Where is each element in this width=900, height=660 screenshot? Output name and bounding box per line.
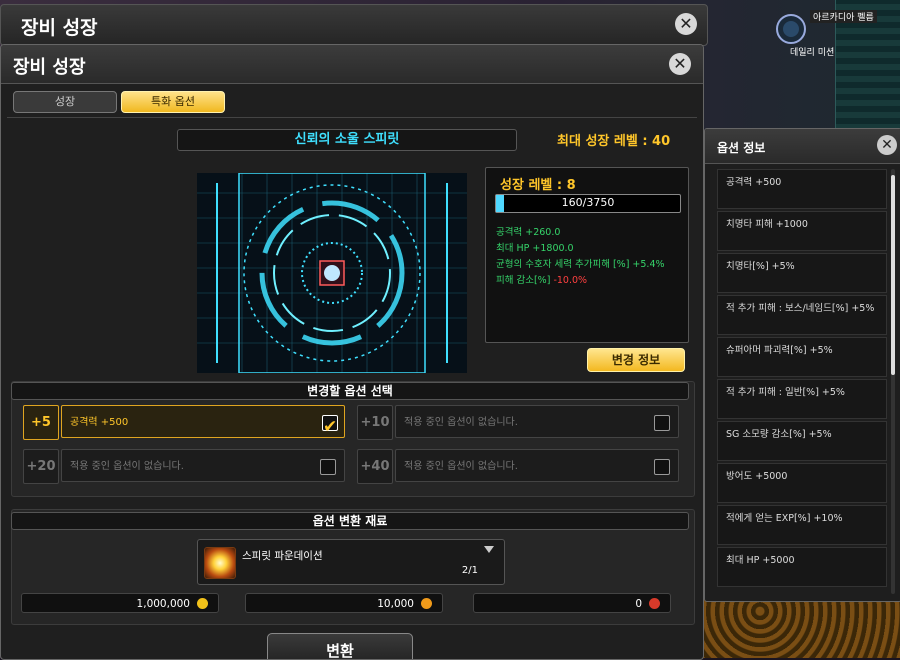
spirit-hologram [197,173,467,373]
xp-progress-bar: 160/3750 [495,194,681,213]
cost-currency: 10,000 [245,593,443,613]
close-button[interactable]: ✕ [669,53,691,75]
slot-level: +10 [357,405,393,440]
equipment-growth-window: 장비 성장 ✕ 성장 특화 옵션 신뢰의 소울 스피릿 최대 성장 레벨 : 4… [0,44,704,660]
option-slot[interactable]: 적용 중인 옵션이 없습니다. [395,449,679,482]
stat-line: 피해 감소[%] -10.0% [496,272,587,286]
spirit-name: 신뢰의 소울 스피릿 [177,129,517,151]
xp-text: 160/3750 [561,196,615,209]
back-close-button[interactable]: ✕ [675,13,697,35]
material-title: 옵션 변환 재료 [11,512,689,530]
option-info-title: 옵션 정보 [717,141,766,155]
option-info-header: 옵션 정보 ✕ [705,129,900,164]
option-slot[interactable]: 적용 중인 옵션이 없습니다. [61,449,345,482]
arcadia-label: 아르카디아 펠름 [810,10,877,23]
option-checkbox[interactable] [322,411,338,444]
option-info-item: 공격력 +500 [717,169,887,209]
growth-level: 성장 레벨 : 8 [500,178,576,193]
material-select[interactable]: 스피릿 파운데이션 2/1 [197,539,505,585]
slot-level: +20 [23,449,59,484]
option-info-item: 적 추가 피해 : 보스/네임드[%] +5% [717,295,887,335]
cost-gold: 1,000,000 [21,593,219,613]
option-info-scrollbar[interactable] [891,169,895,594]
stat-line: 최대 HP +1800.0 [496,243,574,254]
option-info-item: 치명타 피해 +1000 [717,211,887,251]
dropdown-arrow-icon[interactable] [484,546,494,553]
option-info-close-button[interactable]: ✕ [877,135,897,155]
back-window-title: 장비 성장 [21,17,98,39]
stat-negative-value: -10.0% [553,275,588,286]
window-title: 장비 성장 [13,57,86,78]
cost-bp: 0 [473,593,671,613]
tab-growth[interactable]: 성장 [13,91,117,113]
option-slot[interactable]: 공격력 +500 [61,405,345,444]
option-info-item: 슈퍼아머 파괴력[%] +5% [717,337,887,377]
stat-line: 균형의 수호자 세력 추가피해 [%] +5.4% [496,259,665,270]
option-info-item: 최대 HP +5000 [717,547,887,587]
cost-bp-value: 0 [635,598,642,610]
stat-label: 피해 감소[%] [496,275,554,286]
change-info-button[interactable]: 변경 정보 [587,348,685,372]
divider [7,117,697,118]
option-slot[interactable]: 적용 중인 옵션이 없습니다. [395,405,679,438]
back-window: 장비 성장 ✕ [0,4,708,46]
slot-level: +40 [357,449,393,484]
daily-mission-label: 데일리 미션 [790,48,835,58]
material-count: 2/1 [461,565,478,576]
option-info-item: 치명타[%] +5% [717,253,887,293]
spirit-foundation-icon [204,547,236,579]
max-level-label: 최대 성장 레벨 : 40 [557,134,671,149]
stat-line: 공격력 +260.0 [496,227,561,238]
option-slot-text: 적용 중인 옵션이 없습니다. [70,461,184,472]
bp-icon [649,598,660,609]
cost-currency-value: 10,000 [377,598,414,610]
option-checkbox[interactable] [320,459,336,475]
tab-special-option[interactable]: 특화 옵션 [121,91,225,113]
option-checkbox[interactable] [654,415,670,431]
cost-gold-value: 1,000,000 [136,598,190,610]
option-info-item: 적 추가 피해 : 일반[%] +5% [717,379,887,419]
option-info-item: 적에게 얻는 EXP[%] +10% [717,505,887,545]
gold-coin-icon [197,598,208,609]
option-slot-text: 적용 중인 옵션이 없습니다. [404,417,518,428]
growth-info-panel: 성장 레벨 : 8 160/3750 공격력 +260.0 최대 HP +180… [485,167,689,343]
option-slot-text: 공격력 +500 [70,417,129,428]
option-slot-text: 적용 중인 옵션이 없습니다. [404,461,518,472]
option-info-panel: 옵션 정보 ✕ 공격력 +500 치명타 피해 +1000 치명타[%] +5%… [704,128,900,602]
option-select-title: 변경할 옵션 선택 [11,382,689,400]
option-info-item: 방어도 +5000 [717,463,887,503]
material-name: 스피릿 파운데이션 [242,550,323,562]
option-checkbox[interactable] [654,459,670,475]
daily-mission-icon[interactable] [776,14,806,44]
window-header: 장비 성장 ✕ [1,45,703,84]
option-info-item: SG 소모량 감소[%] +5% [717,421,887,461]
convert-button[interactable]: 변환 [267,633,413,659]
slot-level: +5 [23,405,59,440]
currency-coin-icon [421,598,432,609]
scrollbar-thumb[interactable] [891,175,895,375]
